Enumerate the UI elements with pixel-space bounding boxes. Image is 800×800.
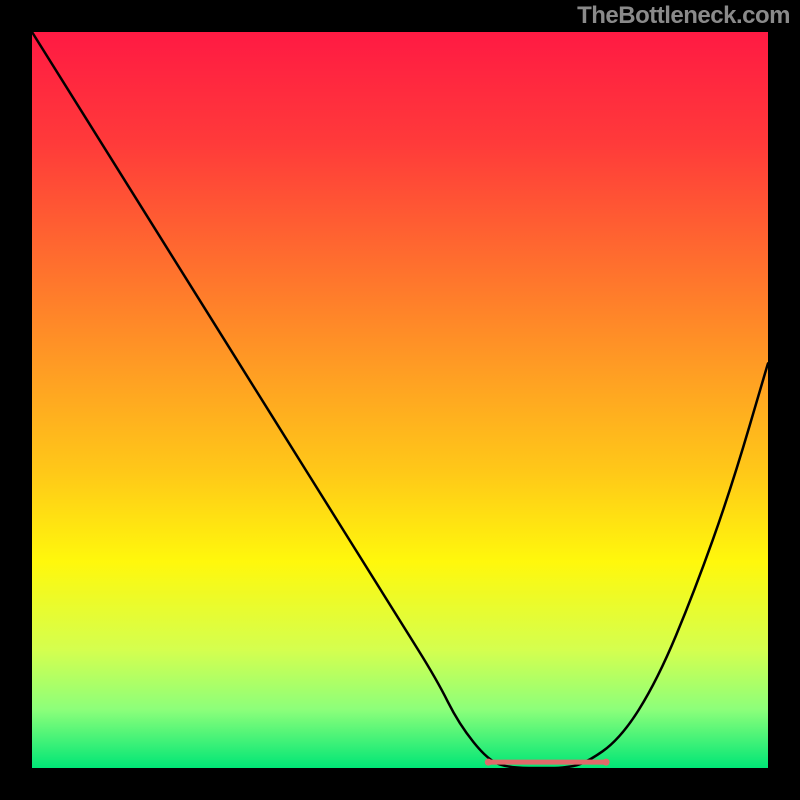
chart-svg bbox=[0, 0, 800, 800]
chart-background-gradient bbox=[32, 32, 768, 768]
watermark-text: TheBottleneck.com bbox=[577, 2, 790, 30]
optimal-range-end-dot bbox=[603, 759, 610, 766]
optimal-range-start-dot bbox=[485, 759, 492, 766]
chart-container: TheBottleneck.com bbox=[0, 0, 800, 800]
